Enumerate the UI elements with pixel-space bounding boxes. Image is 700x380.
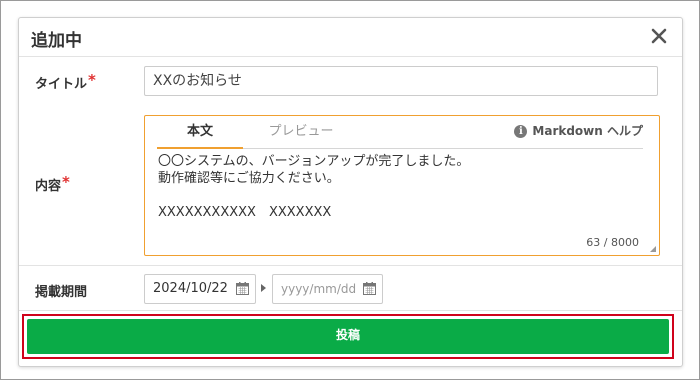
content-editor: 本文 プレビュー i Markdown ヘルプ 〇〇システムの、バージョンアップ… (144, 115, 660, 256)
divider (19, 310, 682, 311)
calendar-icon[interactable] (236, 282, 249, 295)
markdown-help-label: Markdown ヘルプ (532, 124, 643, 138)
tab-body[interactable]: 本文 (157, 116, 243, 149)
resize-handle-icon[interactable] (650, 246, 656, 252)
dialog-title: 追加中 (31, 31, 82, 51)
title-input[interactable]: XXのお知らせ (144, 66, 658, 96)
submit-button[interactable]: 投稿 (27, 319, 669, 354)
submit-highlight-box: 投稿 (22, 314, 674, 359)
title-required-mark: * (88, 71, 96, 89)
title-label-row: タイトル* (35, 71, 96, 92)
content-textarea[interactable]: 〇〇システムの、バージョンアップが完了しました。 動作確認等にご協力ください。 … (158, 153, 643, 221)
date-to-input[interactable]: yyyy/mm/dd (272, 274, 383, 304)
add-dialog: 追加中 タイトル* XXのお知らせ 内容* 本文 プレビュー i Markdow… (18, 17, 683, 367)
date-range-arrow-icon (261, 284, 266, 292)
tab-preview[interactable]: プレビュー (261, 116, 341, 147)
close-button[interactable] (646, 23, 672, 49)
content-label-row: 内容* (35, 173, 70, 194)
title-label: タイトル (35, 77, 88, 92)
date-from-input[interactable]: 2024/10/22 (144, 274, 256, 304)
markdown-help-link[interactable]: i Markdown ヘルプ (514, 116, 643, 147)
close-icon (651, 28, 667, 44)
calendar-icon[interactable] (363, 282, 376, 295)
char-counter: 63 / 8000 (586, 236, 639, 249)
editor-tabs: 本文 プレビュー i Markdown ヘルプ (157, 116, 643, 149)
date-from-value: 2024/10/22 (153, 281, 228, 296)
content-label: 内容 (35, 179, 62, 194)
period-label: 掲載期間 (35, 285, 88, 300)
date-to-placeholder: yyyy/mm/dd (281, 282, 357, 296)
dialog-header: 追加中 (19, 18, 682, 57)
info-icon: i (514, 125, 528, 138)
divider (19, 265, 682, 266)
content-required-mark: * (62, 173, 70, 191)
